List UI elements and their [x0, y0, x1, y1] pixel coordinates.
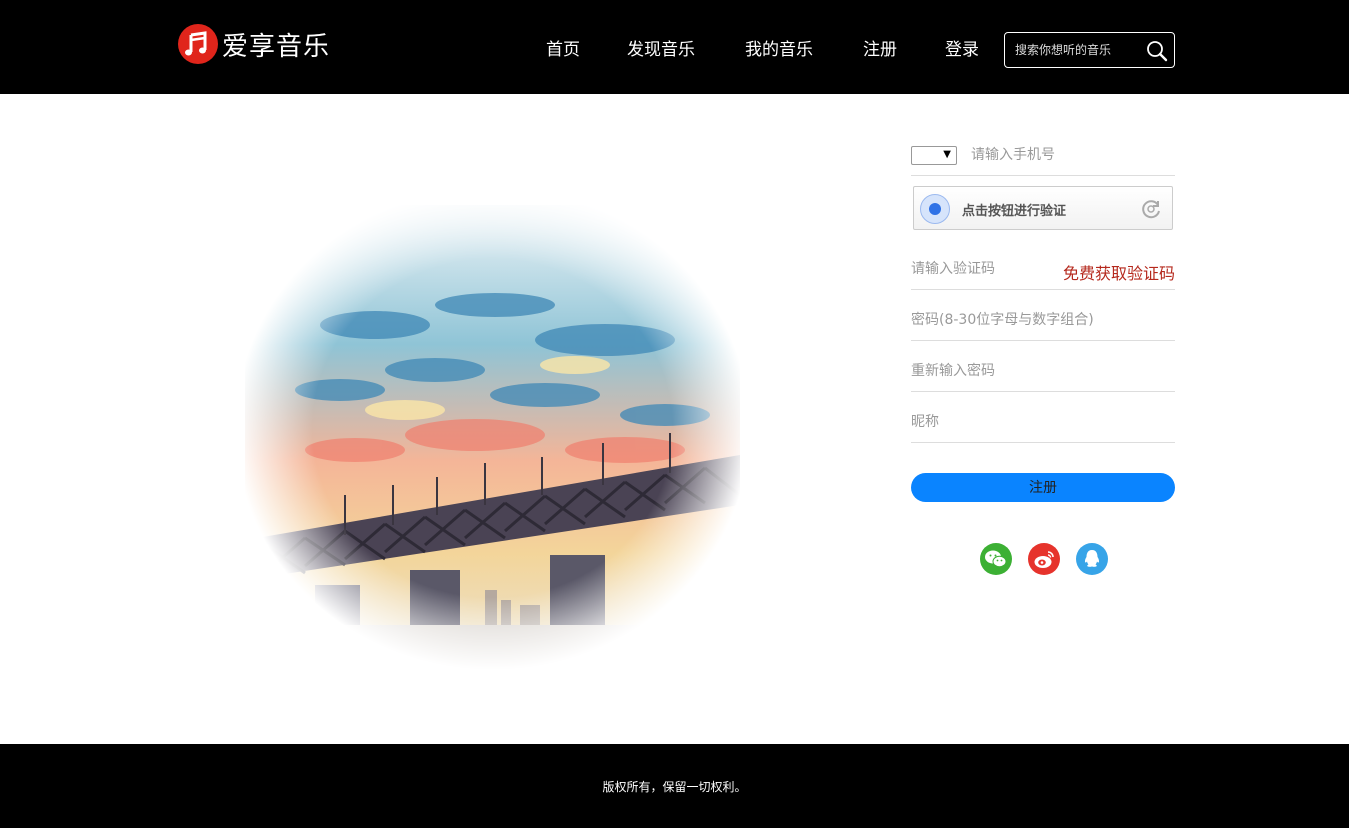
country-code-select[interactable]: ▼: [911, 146, 957, 165]
repeat-password-row: [911, 346, 1175, 392]
password-row: [911, 295, 1175, 341]
search-input[interactable]: [1015, 33, 1145, 67]
nav-my-music[interactable]: 我的音乐: [745, 35, 813, 60]
captcha-label: 点击按钮进行验证: [962, 204, 1067, 219]
search-box: [1004, 32, 1175, 68]
password-input[interactable]: [911, 309, 1175, 331]
phone-row: ▼: [911, 130, 1175, 176]
weibo-login-icon[interactable]: [1028, 543, 1060, 575]
nav-discover-music[interactable]: 发现音乐: [627, 35, 695, 60]
logo[interactable]: 爱享音乐: [178, 24, 330, 64]
dropdown-arrow-icon: ▼: [943, 149, 951, 160]
repeat-password-input[interactable]: [911, 360, 1175, 382]
nav-login[interactable]: 登录: [945, 35, 979, 60]
search-icon[interactable]: [1145, 39, 1169, 63]
refresh-icon[interactable]: [1140, 198, 1162, 220]
music-note-icon: [178, 24, 218, 64]
nickname-row: [911, 397, 1175, 443]
nav-home[interactable]: 首页: [546, 35, 580, 60]
header: 爱享音乐 首页 发现音乐 我的音乐 注册 登录: [0, 0, 1349, 94]
qq-login-icon[interactable]: [1076, 543, 1108, 575]
wechat-login-icon[interactable]: [980, 543, 1012, 575]
nickname-input[interactable]: [911, 411, 1175, 433]
copyright-text: 版权所有，保留一切权利。: [602, 780, 747, 794]
phone-input[interactable]: [971, 144, 1171, 166]
bridge-illustration: [245, 205, 741, 670]
verification-code-input[interactable]: [911, 258, 1051, 280]
captcha-dot-icon: [920, 194, 950, 224]
register-button[interactable]: 注册: [911, 473, 1175, 502]
logo-text: 爱享音乐: [222, 31, 331, 62]
captcha-button[interactable]: 点击按钮进行验证: [913, 186, 1173, 230]
get-code-link[interactable]: 免费获取验证码: [1063, 260, 1175, 284]
footer: 版权所有，保留一切权利。: [0, 744, 1349, 828]
nav-register[interactable]: 注册: [863, 35, 897, 60]
